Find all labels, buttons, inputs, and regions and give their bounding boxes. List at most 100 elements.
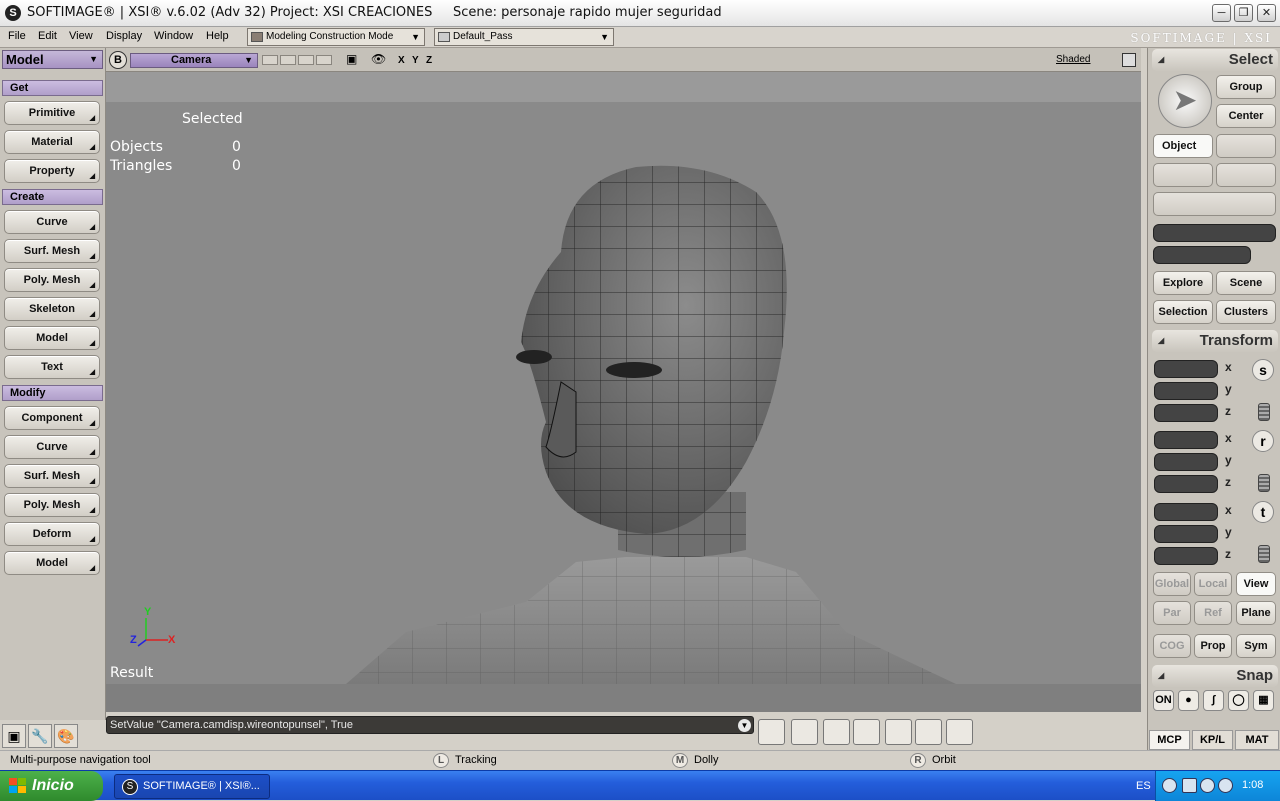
center-button[interactable]: Center <box>1216 104 1276 128</box>
select-section-header[interactable]: ◢ Select <box>1152 49 1278 71</box>
volume-icon[interactable] <box>1200 778 1215 793</box>
property-button[interactable]: Property ◢ <box>4 159 100 183</box>
display-mode-menu[interactable]: Shaded <box>1056 54 1090 65</box>
translate-icon[interactable]: t <box>1252 501 1274 523</box>
scale-lock-icon[interactable] <box>1258 403 1270 421</box>
snap-circle-icon[interactable]: ◯ <box>1228 690 1249 711</box>
viewport-b-button[interactable]: B <box>109 51 127 69</box>
layout-mixed-icon[interactable] <box>885 719 912 745</box>
chevron-down-icon[interactable]: ▼ <box>738 719 751 732</box>
create-model-button[interactable]: Model ◢ <box>4 326 100 350</box>
menu-help[interactable]: Help <box>206 30 229 42</box>
select-filter-slot[interactable] <box>1153 192 1276 216</box>
primitive-button[interactable]: Primitive ◢ <box>4 101 100 125</box>
select-slot-1[interactable] <box>1216 134 1276 158</box>
modify-component-button[interactable]: Component ◢ <box>4 406 100 430</box>
axis-y-toggle[interactable]: Y <box>412 55 419 66</box>
material-button[interactable]: Material ◢ <box>4 130 100 154</box>
eye-icon[interactable]: 👁 <box>371 52 386 66</box>
snap-section-header[interactable]: ◢ Snap <box>1152 665 1278 687</box>
rotate-lock-icon[interactable] <box>1258 474 1270 492</box>
plane-button[interactable]: Plane <box>1236 601 1276 625</box>
create-skeleton-button[interactable]: Skeleton ◢ <box>4 297 100 321</box>
snap-point-icon[interactable]: ● <box>1178 690 1199 711</box>
view-button[interactable]: View <box>1236 572 1276 596</box>
modify-surf-mesh-button[interactable]: Surf. Mesh ◢ <box>4 464 100 488</box>
camera-dropdown[interactable]: Camera ▼ <box>130 53 258 68</box>
selection-button[interactable]: Selection <box>1153 300 1213 324</box>
scale-z-field[interactable] <box>1154 404 1218 422</box>
rotate-y-field[interactable] <box>1154 453 1218 471</box>
select-arrow-icon[interactable]: ➤ <box>1158 74 1212 128</box>
wrench-icon[interactable]: 🔧 <box>28 724 52 748</box>
translate-lock-icon[interactable] <box>1258 545 1270 563</box>
viewport-slot-2[interactable] <box>280 55 296 65</box>
construction-mode-dropdown[interactable]: Modeling Construction Mode ▼ <box>247 28 425 46</box>
axis-z-toggle[interactable]: Z <box>426 55 432 66</box>
global-button[interactable]: Global <box>1153 572 1191 596</box>
menu-file[interactable]: File <box>8 30 26 42</box>
3d-viewport[interactable]: Selected Objects 0 Triangles 0 Y X Z Res… <box>106 72 1141 712</box>
modify-poly-mesh-button[interactable]: Poly. Mesh ◢ <box>4 493 100 517</box>
start-button[interactable]: Inicio <box>0 771 103 801</box>
menu-edit[interactable]: Edit <box>38 30 57 42</box>
scene-button[interactable]: Scene <box>1216 271 1276 295</box>
clusters-button[interactable]: Clusters <box>1216 300 1276 324</box>
cube-icon[interactable]: ▣ <box>2 724 26 748</box>
translate-z-field[interactable] <box>1154 547 1218 565</box>
minimize-button[interactable]: ─ <box>1212 4 1231 22</box>
script-command-line[interactable]: SetValue "Camera.camdisp.wireontopunsel"… <box>106 716 754 734</box>
tab-kpl[interactable]: KP/L <box>1192 730 1233 750</box>
cog-button[interactable]: COG <box>1153 634 1191 658</box>
group-button[interactable]: Group <box>1216 75 1276 99</box>
snap-curve-icon[interactable]: ∫ <box>1203 690 1224 711</box>
taskbar-softimage-item[interactable]: S SOFTIMAGE® | XSI®... <box>114 774 270 799</box>
select-slot-2[interactable] <box>1153 163 1213 187</box>
close-button[interactable]: ✕ <box>1257 4 1276 22</box>
layout-graph-icon[interactable] <box>791 719 818 745</box>
translate-x-field[interactable] <box>1154 503 1218 521</box>
pass-dropdown[interactable]: Default_Pass ▼ <box>434 28 614 46</box>
viewport-slot-4[interactable] <box>316 55 332 65</box>
explore-button[interactable]: Explore <box>1153 271 1213 295</box>
layout-corner-icon[interactable] <box>946 719 973 745</box>
restore-button[interactable]: ❐ <box>1234 4 1253 22</box>
par-button[interactable]: Par <box>1153 601 1191 625</box>
network-icon[interactable] <box>1182 778 1197 793</box>
scale-icon[interactable]: s <box>1252 359 1274 381</box>
section-header-create[interactable]: Create <box>2 189 103 205</box>
prop-button[interactable]: Prop <box>1194 634 1232 658</box>
modify-deform-button[interactable]: Deform ◢ <box>4 522 100 546</box>
softimage-app-icon[interactable]: S <box>5 5 21 21</box>
scale-x-field[interactable] <box>1154 360 1218 378</box>
transform-section-header[interactable]: ◢ Transform <box>1152 330 1278 352</box>
tray-back-icon[interactable] <box>1162 778 1177 793</box>
object-button[interactable]: Object <box>1153 134 1213 158</box>
axis-x-toggle[interactable]: X <box>398 55 405 66</box>
create-text-button[interactable]: Text ◢ <box>4 355 100 379</box>
scale-y-field[interactable] <box>1154 382 1218 400</box>
local-button[interactable]: Local <box>1194 572 1232 596</box>
layout-split-icon[interactable] <box>823 719 850 745</box>
create-surf-mesh-button[interactable]: Surf. Mesh ◢ <box>4 239 100 263</box>
sym-button[interactable]: Sym <box>1236 634 1276 658</box>
rotate-icon[interactable]: r <box>1252 430 1274 452</box>
snap-grid-icon[interactable]: ▦ <box>1253 690 1274 711</box>
menu-display[interactable]: Display <box>106 30 142 42</box>
ref-button[interactable]: Ref <box>1194 601 1232 625</box>
rotate-z-field[interactable] <box>1154 475 1218 493</box>
layout-vertical-icon[interactable] <box>915 719 942 745</box>
modify-curve-button[interactable]: Curve ◢ <box>4 435 100 459</box>
tab-mat[interactable]: MAT <box>1235 730 1279 750</box>
section-header-get[interactable]: Get <box>2 80 103 96</box>
snap-on-button[interactable]: ON <box>1153 690 1174 711</box>
layout-quad-icon[interactable] <box>853 719 880 745</box>
toolbar-mode-select[interactable]: Model ▼ <box>2 50 103 69</box>
selection-field-2[interactable] <box>1153 246 1251 264</box>
tab-mcp[interactable]: MCP <box>1149 730 1190 750</box>
palette-icon[interactable]: 🎨 <box>54 724 78 748</box>
script-editor-icon[interactable] <box>758 719 785 745</box>
modify-model-button[interactable]: Model ◢ <box>4 551 100 575</box>
menu-view[interactable]: View <box>69 30 93 42</box>
section-header-modify[interactable]: Modify <box>2 385 103 401</box>
